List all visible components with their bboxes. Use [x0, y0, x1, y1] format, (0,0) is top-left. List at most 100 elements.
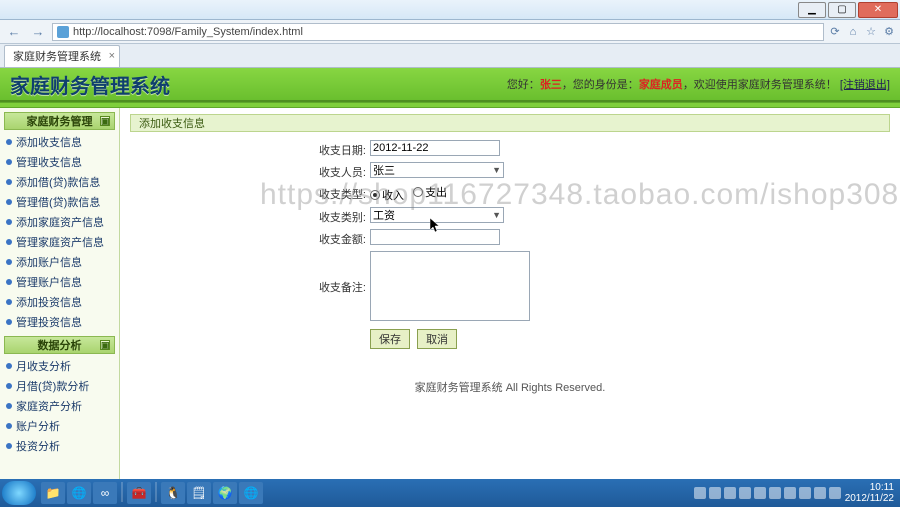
sidebar-item[interactable]: 月收支分析 — [4, 356, 115, 376]
chevron-down-icon: ▼ — [492, 210, 501, 220]
taskbar-app-icon[interactable]: 🗒 — [187, 482, 211, 504]
date-input[interactable] — [370, 140, 500, 156]
home-button[interactable]: ⌂ — [846, 25, 860, 39]
browser-tab[interactable]: 家庭财务管理系统 × — [4, 45, 120, 67]
sidebar-item[interactable]: 添加借(贷)款信息 — [4, 172, 115, 192]
tray-icon[interactable] — [754, 487, 766, 499]
person-select[interactable]: 张三 ▼ — [370, 162, 504, 178]
taskbar-app-icon[interactable]: 🌍 — [213, 482, 237, 504]
sidebar-item-label: 管理借(贷)款信息 — [16, 194, 100, 210]
bullet-icon — [6, 363, 12, 369]
sidebar-item[interactable]: 管理借(贷)款信息 — [4, 192, 115, 212]
tray-icon[interactable] — [814, 487, 826, 499]
collapse-icon[interactable]: ▣ — [100, 116, 110, 126]
taskbar-app-icon[interactable]: 🧰 — [127, 482, 151, 504]
sidebar: 家庭财务管理 ▣ 添加收支信息管理收支信息添加借(贷)款信息管理借(贷)款信息添… — [0, 108, 120, 479]
nav-forward-button[interactable]: → — [28, 23, 48, 41]
start-button[interactable] — [2, 481, 36, 505]
remark-label: 收支备注: — [310, 251, 366, 295]
sidebar-group-analysis[interactable]: 数据分析 ▣ — [4, 336, 115, 354]
sidebar-item-label: 月收支分析 — [16, 358, 71, 374]
sidebar-item-label: 管理收支信息 — [16, 154, 82, 170]
type-label: 收支类型: — [310, 184, 366, 202]
remark-textarea[interactable] — [370, 251, 530, 321]
tray-icon[interactable] — [769, 487, 781, 499]
sidebar-item[interactable]: 管理投资信息 — [4, 312, 115, 332]
category-label: 收支类别: — [310, 207, 366, 225]
sidebar-item-label: 添加家庭资产信息 — [16, 214, 104, 230]
sidebar-item[interactable]: 家庭资产分析 — [4, 396, 115, 416]
window-minimize-button[interactable]: ▁ — [798, 2, 826, 18]
page-footer: 家庭财务管理系统 All Rights Reserved. — [130, 379, 890, 395]
sidebar-item-label: 添加投资信息 — [16, 294, 82, 310]
refresh-button[interactable]: ⟳ — [828, 25, 842, 39]
taskbar-app-icon[interactable]: 🌐 — [239, 482, 263, 504]
bullet-icon — [6, 259, 12, 265]
tools-button[interactable]: ⚙ — [882, 25, 896, 39]
nav-back-button[interactable]: ← — [4, 23, 24, 41]
taskbar-app-icon[interactable]: 📁 — [41, 482, 65, 504]
tray-icon[interactable] — [784, 487, 796, 499]
sidebar-item[interactable]: 管理账户信息 — [4, 272, 115, 292]
radio-icon — [370, 190, 380, 200]
tray-icon[interactable] — [709, 487, 721, 499]
address-bar[interactable]: http://localhost:7098/Family_System/inde… — [52, 23, 824, 41]
taskbar-app-icon[interactable]: ∞ — [93, 482, 117, 504]
tab-title: 家庭财务管理系统 — [13, 48, 101, 64]
save-button[interactable]: 保存 — [370, 329, 410, 349]
category-value: 工资 — [373, 207, 395, 223]
bullet-icon — [6, 159, 12, 165]
type-expense-radio[interactable]: 支出 — [413, 184, 447, 200]
window-maximize-button[interactable]: ▢ — [828, 2, 856, 18]
welcome-text: 您好：张三，您的身份是：家庭成员，欢迎使用家庭财务管理系统！ [注销退出] — [507, 76, 890, 92]
browser-toolbar: ← → http://localhost:7098/Family_System/… — [0, 20, 900, 44]
ie-icon — [57, 26, 69, 38]
sidebar-group-label: 数据分析 — [38, 337, 82, 353]
bullet-icon — [6, 279, 12, 285]
sidebar-item[interactable]: 管理家庭资产信息 — [4, 232, 115, 252]
chevron-down-icon: ▼ — [492, 165, 501, 175]
app-title: 家庭财务管理系统 — [10, 70, 170, 99]
sidebar-item-label: 家庭资产分析 — [16, 398, 82, 414]
logout-link[interactable]: [注销退出] — [840, 79, 890, 91]
tray-icon[interactable] — [694, 487, 706, 499]
tray-icon[interactable] — [799, 487, 811, 499]
sidebar-item[interactable]: 投资分析 — [4, 436, 115, 456]
page: 家庭财务管理系统 您好：张三，您的身份是：家庭成员，欢迎使用家庭财务管理系统！ … — [0, 68, 900, 479]
tray-icon[interactable] — [829, 487, 841, 499]
sidebar-item[interactable]: 账户分析 — [4, 416, 115, 436]
bullet-icon — [6, 423, 12, 429]
sidebar-item[interactable]: 添加收支信息 — [4, 132, 115, 152]
sidebar-item[interactable]: 添加家庭资产信息 — [4, 212, 115, 232]
sidebar-group-label: 家庭财务管理 — [27, 113, 93, 129]
content-title: 添加收支信息 — [130, 114, 890, 132]
favorites-button[interactable]: ☆ — [864, 25, 878, 39]
bullet-icon — [6, 199, 12, 205]
taskbar-app-icon[interactable]: 🐧 — [161, 482, 185, 504]
tray-icon[interactable] — [739, 487, 751, 499]
tray-icon[interactable] — [724, 487, 736, 499]
browser-tabbar: 家庭财务管理系统 × — [0, 44, 900, 68]
amount-input[interactable] — [370, 229, 500, 245]
sidebar-group-finance[interactable]: 家庭财务管理 ▣ — [4, 112, 115, 130]
tab-close-icon[interactable]: × — [109, 50, 115, 62]
sidebar-item[interactable]: 管理收支信息 — [4, 152, 115, 172]
bullet-icon — [6, 403, 12, 409]
amount-label: 收支金额: — [310, 229, 366, 247]
sidebar-item-label: 管理家庭资产信息 — [16, 234, 104, 250]
collapse-icon[interactable]: ▣ — [100, 340, 110, 350]
sidebar-item[interactable]: 添加账户信息 — [4, 252, 115, 272]
date-label: 收支日期: — [310, 140, 366, 158]
type-income-radio[interactable]: 收入 — [370, 187, 404, 203]
sidebar-item[interactable]: 月借(贷)款分析 — [4, 376, 115, 396]
cancel-button[interactable]: 取消 — [417, 329, 457, 349]
taskbar-clock[interactable]: 10:11 2012/11/22 — [845, 482, 894, 504]
sidebar-item-label: 账户分析 — [16, 418, 60, 434]
category-select[interactable]: 工资 ▼ — [370, 207, 504, 223]
sidebar-item-label: 投资分析 — [16, 438, 60, 454]
sidebar-item-label: 管理投资信息 — [16, 314, 82, 330]
sidebar-item[interactable]: 添加投资信息 — [4, 292, 115, 312]
taskbar-app-icon[interactable]: 🌐 — [67, 482, 91, 504]
sidebar-item-label: 月借(贷)款分析 — [16, 378, 89, 394]
window-close-button[interactable]: ✕ — [858, 2, 898, 18]
